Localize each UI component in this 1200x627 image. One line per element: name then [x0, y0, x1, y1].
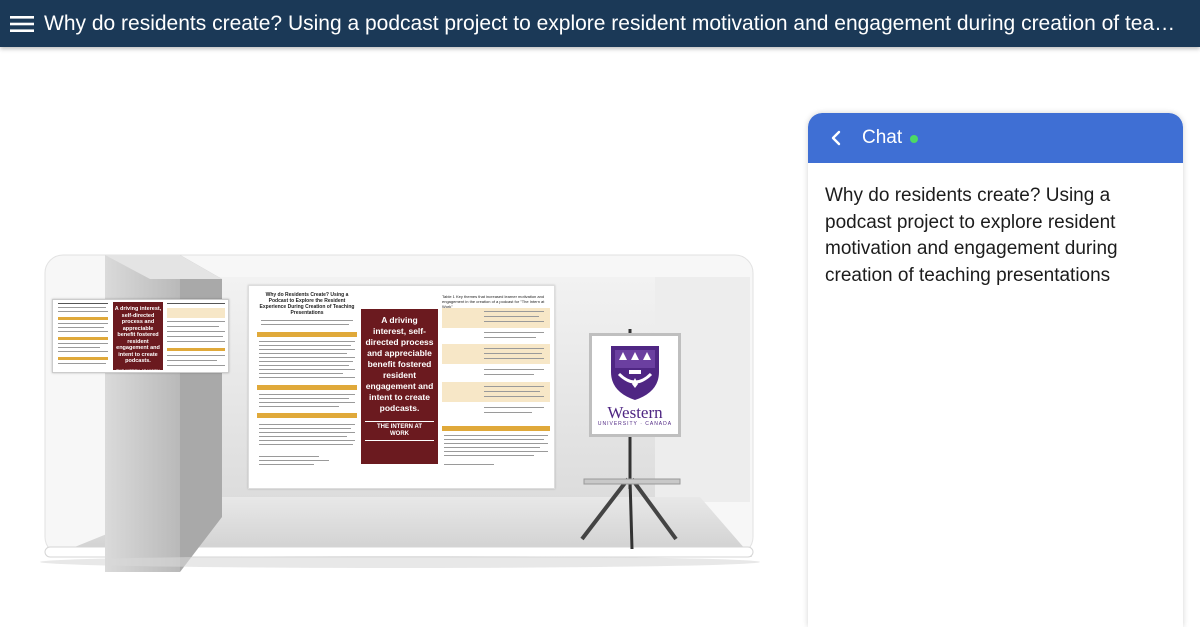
western-wordmark: Western	[607, 403, 663, 422]
side-poster-callout: A driving interest, self-directed proces…	[113, 302, 163, 373]
western-subtitle: UNIVERSITY · CANADA	[597, 421, 673, 427]
western-crest-icon	[611, 346, 659, 400]
chat-message: Why do residents create? Using a podcast…	[825, 185, 1118, 286]
hamburger-menu-button[interactable]	[0, 0, 44, 47]
booth-scene: A driving interest, self-directed proces…	[0, 47, 800, 627]
chat-body: Why do residents create? Using a podcast…	[808, 163, 1183, 309]
chat-header: Chat	[808, 113, 1183, 163]
online-status-dot	[910, 135, 919, 143]
chevron-left-icon	[831, 130, 841, 146]
top-bar: Why do residents create? Using a podcast…	[0, 0, 1200, 47]
chat-panel: Chat Why do residents create? Using a po…	[808, 113, 1183, 627]
side-poster[interactable]: A driving interest, self-directed proces…	[52, 299, 229, 373]
chat-title: Chat	[862, 127, 903, 148]
chat-back-button[interactable]	[826, 128, 846, 148]
poster-title: Why do Residents Create? Using a Podcast…	[259, 292, 355, 316]
western-logo-board[interactable]: Western UNIVERSITY · CANADA	[589, 333, 681, 437]
main-poster[interactable]: Why do Residents Create? Using a Podcast…	[248, 285, 555, 489]
intern-badge: THE INTERN AT WORK	[365, 421, 434, 441]
main-poster-callout: A driving interest, self-directed proces…	[361, 309, 438, 464]
page-title: Why do residents create? Using a podcast…	[44, 12, 1184, 35]
table-title: Table 1 Key themes that increased learne…	[442, 294, 545, 309]
hamburger-menu-icon	[10, 15, 34, 32]
